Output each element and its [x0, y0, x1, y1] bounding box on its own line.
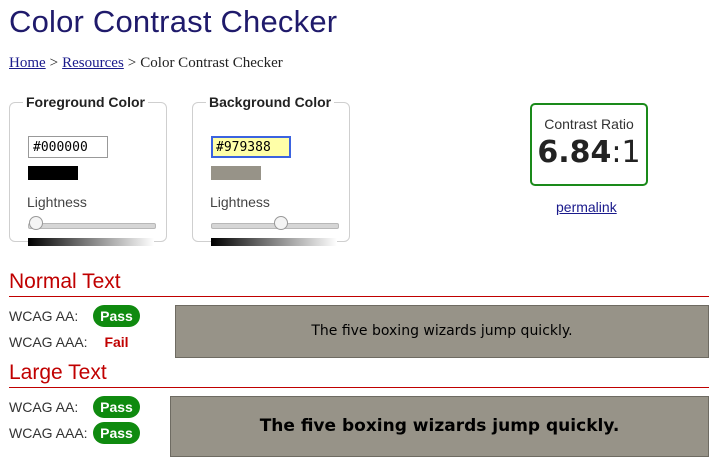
foreground-lightness-slider-thumb[interactable]	[29, 216, 43, 230]
background-swatch[interactable]	[211, 166, 261, 180]
contrast-ratio-value: 6.84:1	[532, 135, 646, 170]
background-legend: Background Color	[209, 94, 332, 110]
large-wcag-aa-badge: Pass	[93, 396, 140, 418]
contrast-ratio-label: Contrast Ratio	[544, 116, 634, 132]
foreground-swatch[interactable]	[28, 166, 78, 180]
normal-wcag-aa-label: WCAG AA:	[9, 308, 79, 324]
normal-text-heading: Normal Text	[9, 270, 709, 297]
normal-wcag-aaa-badge: Fail	[104, 334, 129, 350]
breadcrumb: Home > Resources > Color Contrast Checker	[9, 55, 283, 72]
large-wcag-aaa-label: WCAG AAA:	[9, 425, 88, 441]
permalink-link[interactable]: permalink	[556, 199, 617, 215]
large-wcag-aaa-badge: Pass	[93, 422, 140, 444]
foreground-hex-input[interactable]	[28, 136, 108, 158]
breadcrumb-resources-link[interactable]: Resources	[62, 55, 124, 71]
contrast-ratio-number: 6.84	[537, 135, 612, 170]
foreground-lightness-gradient	[28, 238, 154, 246]
contrast-ratio-suffix: :1	[611, 135, 641, 170]
foreground-legend: Foreground Color	[26, 94, 145, 110]
foreground-lightness-track[interactable]	[28, 223, 156, 229]
normal-wcag-aaa-label: WCAG AAA:	[9, 334, 88, 350]
background-lightness-slider-thumb[interactable]	[273, 216, 288, 230]
breadcrumb-home-link[interactable]: Home	[9, 55, 46, 71]
breadcrumb-separator: >	[127, 55, 137, 71]
foreground-lightness-label: Lightness	[27, 194, 87, 210]
breadcrumb-separator: >	[49, 55, 59, 71]
background-color-panel: Background Color Lightness	[192, 94, 350, 246]
background-hex-input[interactable]	[211, 136, 291, 158]
breadcrumb-current: Color Contrast Checker	[140, 55, 283, 71]
normal-wcag-aa-badge: Pass	[93, 305, 140, 327]
large-text-sample: The five boxing wizards jump quickly.	[170, 396, 709, 457]
large-text-heading: Large Text	[9, 361, 709, 388]
page-title: Color Contrast Checker	[9, 4, 338, 39]
background-lightness-label: Lightness	[210, 194, 270, 210]
contrast-ratio-box: Contrast Ratio 6.84:1	[530, 103, 648, 186]
large-wcag-aa-label: WCAG AA:	[9, 399, 79, 415]
normal-text-sample: The five boxing wizards jump quickly.	[175, 305, 709, 358]
foreground-color-panel: Foreground Color Lightness	[9, 94, 167, 246]
background-lightness-gradient	[211, 238, 337, 246]
